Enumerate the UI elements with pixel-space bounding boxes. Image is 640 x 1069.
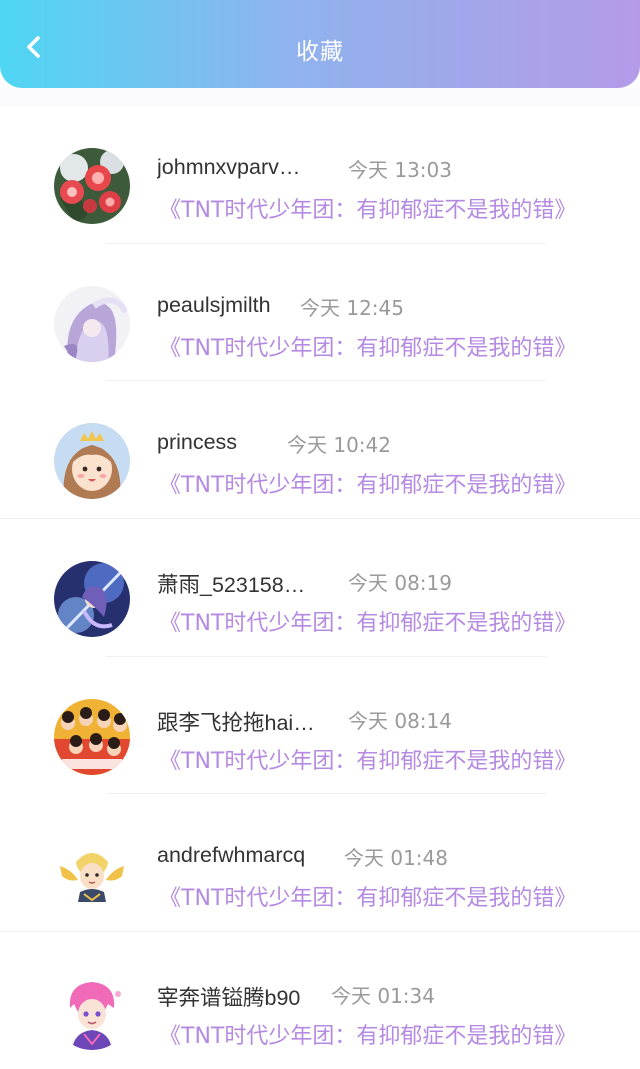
favorites-list: johmnxvparv… 今天 13:03 《TNT时代少年团：有抑郁症不是我的… [0,106,640,1069]
timestamp: 今天 08:19 [348,571,452,596]
list-item[interactable]: 萧雨_523158… 今天 08:19 《TNT时代少年团：有抑郁症不是我的错》 [0,519,640,657]
list-item[interactable]: princess 今天 10:42 《TNT时代少年团：有抑郁症不是我的错》 [0,381,640,520]
timestamp: 今天 01:34 [331,984,435,1009]
avatar[interactable] [54,561,130,638]
story-title[interactable]: 《TNT时代少年团：有抑郁症不是我的错》 [159,743,576,775]
avatar[interactable] [54,423,130,500]
winged-hero-avatar-icon [54,836,130,913]
timestamp: 今天 10:42 [287,433,391,458]
user-name: andrefwhmarcq [157,843,306,868]
user-name: 萧雨_523158… [157,573,306,598]
avatar[interactable] [54,698,130,775]
timestamp: 今天 01:48 [344,846,448,871]
roses-avatar-icon [54,148,130,224]
game-character-avatar-icon [54,561,130,638]
list-item[interactable]: peaulsjmilth 今天 12:45 《TNT时代少年团：有抑郁症不是我的… [0,244,640,382]
story-title[interactable]: 《TNT时代少年团：有抑郁症不是我的错》 [159,192,576,224]
page-title: 收藏 [296,39,344,65]
timestamp: 今天 12:45 [300,295,404,320]
story-title[interactable]: 《TNT时代少年团：有抑郁症不是我的错》 [159,330,576,362]
story-title[interactable]: 《TNT时代少年团：有抑郁症不是我的错》 [159,1018,576,1050]
user-name: 宰奔谱镒腾b90 [157,986,301,1011]
timestamp: 今天 13:03 [348,158,452,182]
user-name: peaulsjmilth [157,292,271,317]
list-item[interactable]: andrefwhmarcq 今天 01:48 《TNT时代少年团：有抑郁症不是我… [0,794,640,933]
story-title[interactable]: 《TNT时代少年团：有抑郁症不是我的错》 [159,467,576,499]
user-name: 跟李飞抢拖hai… [157,710,315,735]
list-item[interactable]: 宰奔谱镒腾b90 今天 01:34 《TNT时代少年团：有抑郁症不是我的错》 [0,932,640,1069]
top-bar: 收藏 [0,0,640,88]
list-item[interactable]: johmnxvparv… 今天 13:03 《TNT时代少年团：有抑郁症不是我的… [0,106,640,244]
story-title[interactable]: 《TNT时代少年团：有抑郁症不是我的错》 [159,605,576,637]
story-title[interactable]: 《TNT时代少年团：有抑郁症不是我的错》 [159,880,576,912]
anime-girl-avatar-icon [54,285,130,362]
avatar[interactable] [54,974,130,1051]
avatar[interactable] [54,148,130,224]
header-spacer [0,88,640,106]
list-item[interactable]: 跟李飞抢拖hai… 今天 08:14 《TNT时代少年团：有抑郁症不是我的错》 [0,657,640,795]
princess-avatar-icon [54,423,130,500]
pink-hair-avatar-icon [54,974,130,1051]
user-name: johmnxvparv… [157,155,301,179]
avatar[interactable] [54,836,130,913]
avatar[interactable] [54,285,130,362]
timestamp: 今天 08:14 [348,708,452,733]
group-photo-avatar-icon [54,698,130,775]
